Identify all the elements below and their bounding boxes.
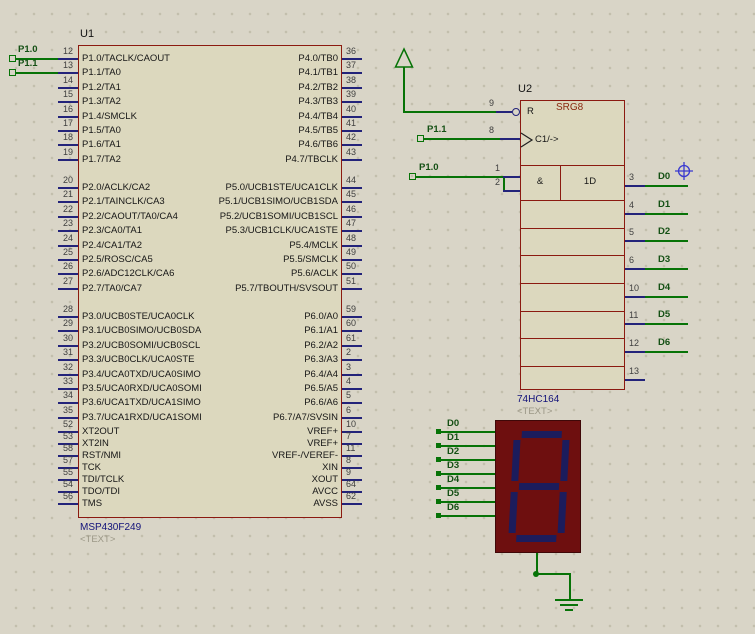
power-arrow-icon[interactable]	[394, 47, 414, 68]
glyph-overlay	[394, 47, 693, 180]
cursor-crosshair-icon	[675, 162, 693, 180]
clock-chevron-icon	[520, 132, 534, 148]
schematic-canvas[interactable]: U1 MSP430F249 <TEXT> P1.0 P1.1 U2 SRG8 7…	[0, 0, 755, 634]
